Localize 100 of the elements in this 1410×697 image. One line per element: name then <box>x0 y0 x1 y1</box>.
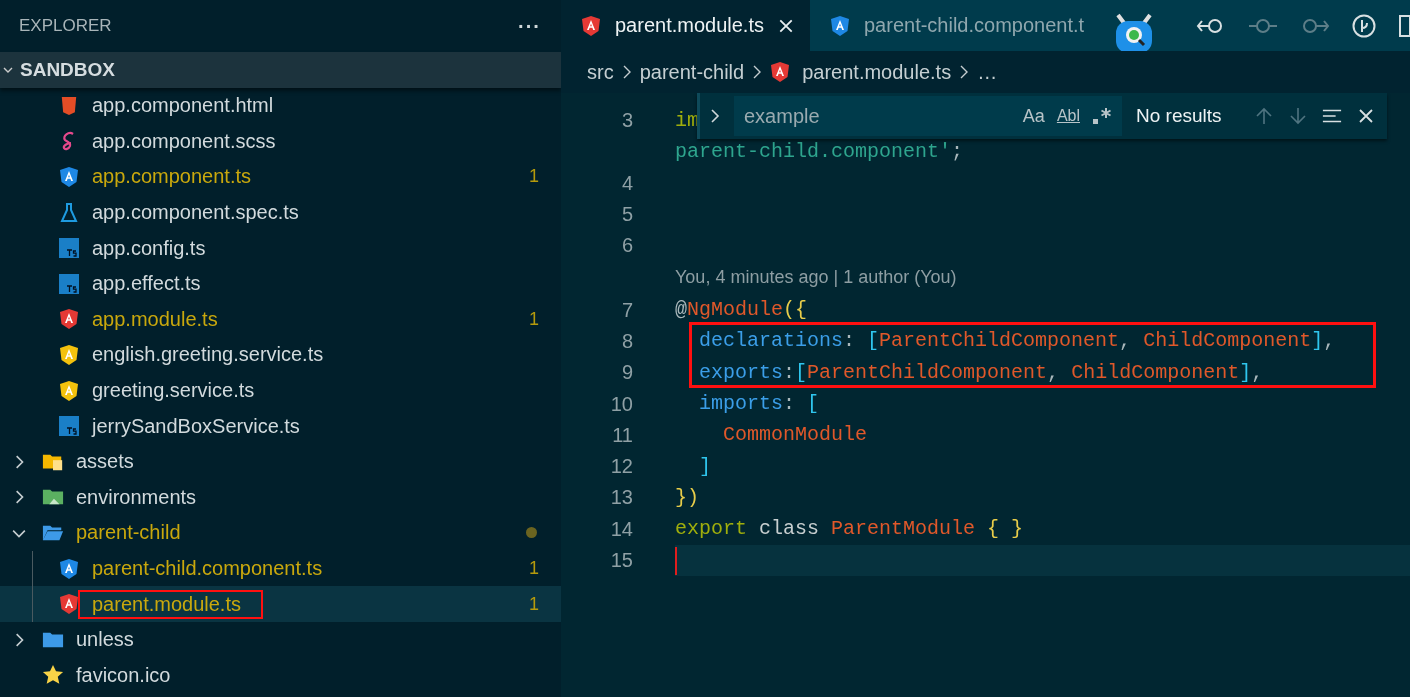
angular-shield-icon <box>59 557 79 580</box>
line-number: 10 <box>610 392 633 415</box>
find-option-toggle[interactable]: Abl <box>1056 107 1080 125</box>
problem-count: 1 <box>529 166 539 188</box>
close-icon[interactable] <box>778 17 794 34</box>
chevron-icon <box>621 65 632 79</box>
file-name: app.component.scss <box>92 129 277 153</box>
flask-icon <box>59 201 79 224</box>
file-tree-item[interactable]: greeting.service.ts <box>0 372 561 409</box>
editor-tab[interactable]: parent.module.ts <box>561 0 810 51</box>
html-file-icon <box>60 95 78 116</box>
angular-shield-icon <box>770 61 791 83</box>
file-tree-item[interactable]: jerrySandBoxService.ts <box>0 408 561 444</box>
editor-tab[interactable]: parent-child.component.t <box>810 0 1101 51</box>
file-tree-item[interactable]: environments <box>0 479 561 516</box>
toolbar-button[interactable] <box>1398 13 1410 38</box>
file-tree-item[interactable]: app.component.ts 1 <box>0 159 561 195</box>
line-number: 6 <box>621 234 633 257</box>
code-line: declarations: [ParentChildComponent, ChildComponent], <box>698 330 1336 353</box>
line-number: 4 <box>621 171 633 194</box>
file-name: parent-child.component.ts <box>92 557 324 580</box>
line-number: 12 <box>610 455 633 478</box>
line-number: 8 <box>621 329 633 352</box>
code-line: export class ParentModule { } <box>675 518 1024 541</box>
find-input[interactable]: example Aa Abl <box>734 96 1122 136</box>
breadcrumb-item[interactable]: … <box>977 60 998 84</box>
file-tree-item[interactable]: app.component.html <box>0 88 561 124</box>
text-cursor <box>675 546 677 575</box>
file-tree-item[interactable]: english.greeting.service.ts <box>0 337 561 373</box>
line-number: 3 <box>621 109 633 132</box>
line-number: 5 <box>621 203 633 226</box>
code-line: imports: [ <box>698 393 820 415</box>
angular-shield-icon <box>59 379 79 402</box>
file-name: app.config.ts <box>92 236 207 260</box>
file-tree-item[interactable]: app.module.ts 1 <box>0 301 561 338</box>
file-tree-item[interactable]: unless <box>0 621 561 658</box>
line-number: 7 <box>621 298 633 321</box>
file-tree-item[interactable]: parent-child.component.ts 1 <box>0 550 561 587</box>
breadcrumb-item[interactable]: src <box>587 60 614 84</box>
code-line: @NgModule({ <box>675 299 808 322</box>
problem-count: 1 <box>529 558 539 579</box>
typescript-file-icon <box>59 238 79 259</box>
angular-shield-icon <box>59 308 79 331</box>
split-editor-icon <box>1398 13 1410 38</box>
angular-shield-icon <box>59 593 79 616</box>
section-header[interactable]: SANDBOX <box>0 52 561 88</box>
typescript-file-icon <box>59 273 79 294</box>
angular-shield-icon <box>581 14 601 37</box>
file-name: greeting.service.ts <box>92 379 256 403</box>
code-line: }) <box>675 486 699 509</box>
line-number: 13 <box>610 486 633 509</box>
more-actions-button[interactable]: ··· <box>518 14 541 38</box>
file-name: favicon.ico <box>76 663 172 687</box>
problem-count: 1 <box>529 308 539 330</box>
file-name: parent-child <box>76 521 182 545</box>
angular-shield-icon <box>830 14 850 37</box>
find-option-toggle[interactable]: Aa <box>1022 105 1045 127</box>
file-tree-item[interactable]: app.config.ts <box>0 230 561 266</box>
find-result: No results <box>1136 105 1222 127</box>
code-line: parent-child.component'; <box>675 140 964 163</box>
file-name: app.component.html <box>92 94 275 118</box>
file-tree-item[interactable]: favicon.ico <box>0 657 561 694</box>
angular-shield-icon <box>59 166 79 188</box>
line-number: 14 <box>610 517 633 540</box>
code-line: ] <box>698 455 711 478</box>
file-tree-item[interactable]: parent-child <box>0 515 561 551</box>
file-name: app.effect.ts <box>92 272 202 296</box>
chevron-icon <box>752 65 763 79</box>
file-tree-item[interactable]: parent.module.ts 1 <box>0 586 561 622</box>
file-tree-item[interactable]: app.component.scss <box>0 123 561 160</box>
file-name: jerrySandBoxService.ts <box>92 414 301 438</box>
file-name: assets <box>76 450 135 474</box>
line-number: 9 <box>621 361 633 384</box>
angular-shield-icon <box>59 343 79 366</box>
breadcrumb-item[interactable]: parent.module.ts <box>770 60 952 84</box>
explorer-title: EXPLORER <box>19 16 112 36</box>
code-line: CommonModule <box>722 424 868 447</box>
line-number: 11 <box>612 423 633 446</box>
git-branch-icon <box>1352 13 1376 38</box>
file-name: unless <box>76 628 135 652</box>
codelens-blame[interactable]: You, 4 minutes ago | 1 author (You) <box>675 267 957 289</box>
file-tree-item[interactable]: app.component.spec.ts <box>0 194 561 231</box>
problem-count: 1 <box>529 593 539 615</box>
chevron-icon[interactable] <box>710 109 720 123</box>
code-line: exports:[ParentChildComponent, ChildComponent], <box>698 361 1264 384</box>
toolbar-button[interactable] <box>1352 13 1376 38</box>
file-name: app.component.ts <box>92 165 252 189</box>
file-name: app.module.ts <box>92 307 219 331</box>
file-name: english.greeting.service.ts <box>92 343 325 367</box>
arrow-down-icon[interactable] <box>1287 106 1308 126</box>
file-name: parent.module.ts <box>78 589 263 619</box>
file-name: environments <box>76 485 198 509</box>
line-number: 15 <box>610 549 633 571</box>
file-tree-item[interactable]: assets <box>0 443 561 480</box>
chevron-icon <box>959 65 970 79</box>
file-name: app.component.spec.ts <box>92 201 300 225</box>
file-tree-item[interactable]: app.effect.ts <box>0 265 561 302</box>
regex-icon[interactable] <box>1092 106 1112 126</box>
breadcrumb-item[interactable]: parent-child <box>639 60 745 84</box>
typescript-file-icon <box>59 416 79 437</box>
